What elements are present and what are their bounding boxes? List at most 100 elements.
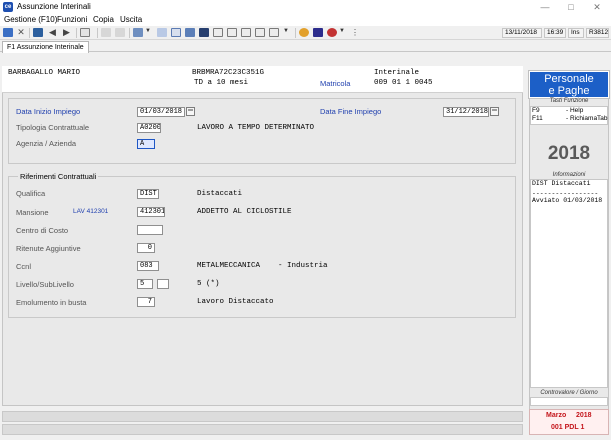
binoculars-icon[interactable] (33, 28, 43, 37)
centro-costo-label: Centro di Costo (16, 226, 69, 235)
toolbar: ✕ ◀ ▶ ▼ ▼ ▼ ⋮ 13/11/2018 16:39 Ins R3812 (0, 26, 611, 40)
document-icon[interactable] (80, 28, 90, 37)
globe-icon[interactable] (299, 28, 309, 37)
form-icon[interactable] (255, 28, 265, 37)
tipologia-label: Tipologia Contrattuale (16, 123, 90, 132)
menu-bar: Gestione (F10) Funzioni Copia Uscita (0, 14, 611, 26)
ritenute-field[interactable]: 0 (137, 243, 155, 253)
controvalore-title: Controvalore / Giorno (540, 390, 598, 396)
frame-icon[interactable] (227, 28, 237, 37)
checkbox-icon[interactable] (213, 28, 223, 37)
controvalore-box (530, 397, 608, 406)
paste-icon[interactable] (115, 28, 125, 37)
tipologia-desc: LAVORO A TEMPO DETERMINATO (197, 124, 315, 132)
centro-costo-field[interactable] (137, 225, 163, 235)
qualifica-code-field[interactable]: DIST (137, 189, 159, 199)
copy-icon[interactable] (101, 28, 111, 37)
menu-funzioni[interactable]: Funzioni (57, 15, 87, 24)
year-display: 2018 (547, 143, 591, 164)
db-icon[interactable] (199, 28, 209, 37)
chevron-down-icon[interactable]: ▼ (145, 28, 155, 37)
ritenute-label: Ritenute Aggiuntive (16, 244, 81, 253)
tipologia-code-field[interactable]: A0200 (137, 123, 161, 133)
riferimenti-group (8, 176, 516, 318)
mansione-code-field[interactable]: 412301 (137, 207, 165, 217)
employee-tax-code: BRBMRA72C23C351G (192, 69, 265, 77)
info-line-2: ----------------- (532, 190, 599, 197)
mansione-note: LAV 412301 (73, 208, 109, 215)
close-button[interactable]: ✕ (584, 0, 610, 14)
qualifica-label: Qualifica (16, 189, 46, 198)
ccnl-desc: METALMECCANICA - Industria (197, 262, 328, 270)
status-mode: Ins (568, 28, 584, 38)
emolumento-field[interactable]: 7 (137, 297, 155, 307)
help-icon[interactable] (313, 28, 323, 37)
minimize-button[interactable]: — (532, 0, 558, 14)
emolumento-label: Emolumento in busta (16, 298, 87, 307)
ccnl-label: Ccnl (16, 262, 32, 271)
status-bar-1 (2, 411, 523, 422)
status-bar-2 (2, 424, 523, 435)
menu-copia[interactable]: Copia (93, 15, 114, 24)
record-icon[interactable] (327, 28, 337, 37)
calendar-icon[interactable] (186, 107, 195, 116)
arrow-right-icon[interactable]: ▶ (63, 28, 73, 37)
print-icon[interactable] (133, 28, 143, 37)
maximize-button[interactable]: □ (558, 0, 584, 14)
status-time: 16:39 (544, 28, 566, 38)
period-box (529, 409, 609, 435)
tab-strip (0, 40, 611, 52)
employee-name: BARBAGALLO MARIO (8, 69, 81, 77)
save-icon[interactable] (3, 28, 13, 37)
riferimenti-title: Riferimenti Contrattuali (18, 172, 99, 181)
livello-desc: 5 (*) (197, 280, 220, 288)
period-code: 001 PDL 1 (551, 424, 585, 431)
status-release: R3812 (586, 28, 609, 38)
brand-line-1: Personale (544, 73, 594, 85)
matricola-label: Matricola (320, 79, 351, 88)
brand-logo: Personale e Paghe (528, 70, 610, 99)
fkey-f9-label: - Help (566, 107, 584, 114)
window-title: Assunzione Interinali (17, 2, 91, 11)
calendar-icon[interactable] (185, 28, 195, 37)
employee-type: Interinale (374, 69, 420, 77)
brand-line-2: e Paghe (548, 85, 590, 97)
qualifica-desc: Distaccati (197, 190, 243, 198)
delete-icon[interactable]: ✕ (16, 28, 26, 37)
data-inizio-field[interactable]: 01/03/2018 (137, 107, 185, 117)
info-line-1: DIST Distaccati (532, 180, 591, 187)
mansione-desc: ADDETTO AL CICLOSTILE (197, 208, 292, 216)
table-icon[interactable] (171, 28, 181, 37)
agenzia-field[interactable]: A (137, 139, 155, 149)
report-icon[interactable] (269, 28, 279, 37)
menu-gestione[interactable]: Gestione (F10) (4, 15, 57, 24)
status-date: 13/11/2018 (502, 28, 542, 38)
emolumento-desc: Lavoro Distaccato (197, 298, 274, 306)
data-fine-label: Data Fine Impiego (320, 107, 382, 116)
fkey-f9[interactable]: F9 (532, 107, 540, 114)
agenzia-label: Agenzia / Azienda (16, 139, 77, 148)
arrow-left-icon[interactable]: ◀ (49, 28, 59, 37)
fkey-f11[interactable]: F11 (532, 115, 543, 122)
title-bar: ce Assunzione Interinali — □ ✕ (0, 0, 611, 14)
period-year: 2018 (576, 412, 592, 419)
informazioni-title: Informazioni (552, 172, 586, 178)
livello-field[interactable]: 5 (137, 279, 153, 289)
data-fine-field[interactable]: 31/12/2018 (443, 107, 489, 117)
data-inizio-label: Data Inizio Impiego (16, 107, 81, 116)
list-icon[interactable] (241, 28, 251, 37)
grid-icon[interactable] (157, 28, 167, 37)
info-line-3: Avviato 01/03/2018 (532, 197, 603, 204)
app-logo-icon: ce (3, 2, 13, 12)
info-box (530, 179, 608, 388)
ccnl-code-field[interactable]: 083 (137, 261, 159, 271)
more-icon[interactable]: ⋮ (351, 28, 361, 37)
chevron-down-icon-3[interactable]: ▼ (339, 28, 349, 37)
menu-uscita[interactable]: Uscita (120, 15, 142, 24)
livello-label: Livello/SubLivello (16, 280, 74, 289)
chevron-down-icon-2[interactable]: ▼ (283, 28, 293, 37)
sublivello-field[interactable] (157, 279, 169, 289)
fkey-f11-label: - RichiamaTab (566, 115, 608, 122)
calendar-icon-2[interactable] (490, 107, 499, 116)
tab-assunzione-interinale[interactable]: F1 Assunzione Interinale (2, 41, 89, 53)
